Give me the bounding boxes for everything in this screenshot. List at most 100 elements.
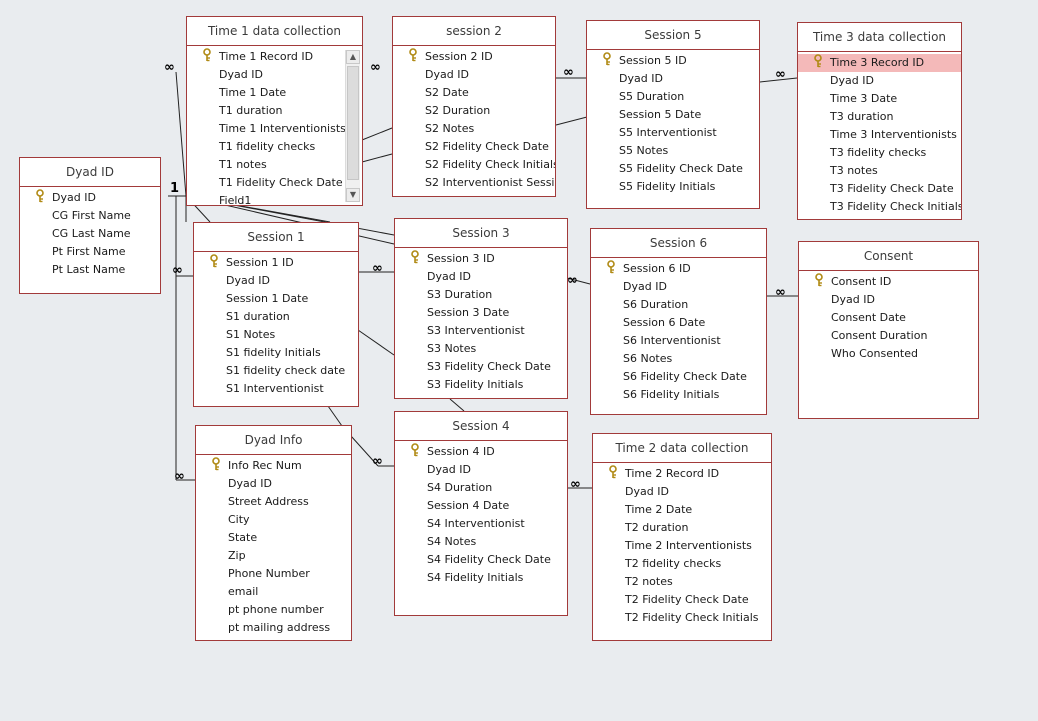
field-t3-duration[interactable]: T3 duration	[798, 108, 961, 126]
field-time-2-record-id[interactable]: Time 2 Record ID	[593, 465, 771, 483]
field-who-consented[interactable]: Who Consented	[799, 345, 978, 363]
field-dyad-id[interactable]: Dyad ID	[593, 483, 771, 501]
field-session-1-date[interactable]: Session 1 Date	[194, 290, 358, 308]
field-cg-last-name[interactable]: CG Last Name	[20, 225, 160, 243]
table-title[interactable]: Session 1	[194, 223, 358, 252]
field-session-1-id[interactable]: Session 1 ID	[194, 254, 358, 272]
field-street-address[interactable]: Street Address	[196, 493, 351, 511]
field-dyad-id[interactable]: Dyad ID	[20, 189, 160, 207]
field-t1-duration[interactable]: T1 duration	[187, 102, 362, 120]
field-pt-phone-number[interactable]: pt phone number	[196, 601, 351, 619]
field-s3-fidelity-initials[interactable]: S3 Fidelity Initials	[395, 376, 567, 394]
field-dyad-id[interactable]: Dyad ID	[799, 291, 978, 309]
table-title[interactable]: Session 5	[587, 21, 759, 50]
field-s2-duration[interactable]: S2 Duration	[393, 102, 555, 120]
field-s2-fidelity-check-initials[interactable]: S2 Fidelity Check Initials	[393, 156, 555, 174]
field-session-5-id[interactable]: Session 5 ID	[587, 52, 759, 70]
table-consent[interactable]: Consent Consent ID Dyad ID Consent Date Cons…	[798, 241, 979, 419]
field-session-3-id[interactable]: Session 3 ID	[395, 250, 567, 268]
field-zip[interactable]: Zip	[196, 547, 351, 565]
scrollbar-thumb[interactable]	[347, 66, 359, 180]
field-info-rec-num[interactable]: Info Rec Num	[196, 457, 351, 475]
table-title[interactable]: Dyad Info	[196, 426, 351, 455]
field-session-3-date[interactable]: Session 3 Date	[395, 304, 567, 322]
field-s1-fidelity-initials[interactable]: S1 fidelity Initials	[194, 344, 358, 362]
table-dyad-id[interactable]: Dyad ID Dyad ID CG First Name CG Last Name P…	[19, 157, 161, 294]
field-s5-fidelity-check-date[interactable]: S5 Fidelity Check Date	[587, 160, 759, 178]
field-s3-interventionist[interactable]: S3 Interventionist	[395, 322, 567, 340]
field-s3-fidelity-check-date[interactable]: S3 Fidelity Check Date	[395, 358, 567, 376]
field-s1-duration[interactable]: S1 duration	[194, 308, 358, 326]
field-s1-fidelity-check-date[interactable]: S1 fidelity check date	[194, 362, 358, 380]
field-time-2-interventionists[interactable]: Time 2 Interventionists	[593, 537, 771, 555]
field-t2-fidelity-check-date[interactable]: T2 Fidelity Check Date	[593, 591, 771, 609]
field-s5-interventionist[interactable]: S5 Interventionist	[587, 124, 759, 142]
field-t1-notes[interactable]: T1 notes	[187, 156, 362, 174]
field-t2-notes[interactable]: T2 notes	[593, 573, 771, 591]
table-time-1-data-collection[interactable]: Time 1 data collection Time 1 Record ID Dy…	[186, 16, 363, 206]
field-t3-fidelity-check-initials[interactable]: T3 Fidelity Check Initials	[798, 198, 961, 216]
table-dyad-info[interactable]: Dyad Info Info Rec Num Dyad ID Street Addre…	[195, 425, 352, 641]
field-t2-fidelity-checks[interactable]: T2 fidelity checks	[593, 555, 771, 573]
field-dyad-id[interactable]: Dyad ID	[393, 66, 555, 84]
table-title[interactable]: Session 3	[395, 219, 567, 248]
field-t1-fidelity-check-date[interactable]: T1 Fidelity Check Date	[187, 174, 362, 192]
table-time-2-data-collection[interactable]: Time 2 data collection Time 2 Record ID Dy…	[592, 433, 772, 641]
field-dyad-id[interactable]: Dyad ID	[591, 278, 766, 296]
field-session-2-id[interactable]: Session 2 ID	[393, 48, 555, 66]
field-dyad-id[interactable]: Dyad ID	[395, 461, 567, 479]
field-time-3-interventionists[interactable]: Time 3 Interventionists	[798, 126, 961, 144]
field-pt-last-name[interactable]: Pt Last Name	[20, 261, 160, 279]
field-pt-first-name[interactable]: Pt First Name	[20, 243, 160, 261]
field-t3-fidelity-check-date[interactable]: T3 Fidelity Check Date	[798, 180, 961, 198]
field-s4-notes[interactable]: S4 Notes	[395, 533, 567, 551]
scroll-up-icon[interactable]: ▲	[346, 50, 360, 64]
field-dyad-id[interactable]: Dyad ID	[587, 70, 759, 88]
field-time-3-record-id[interactable]: Time 3 Record ID	[798, 54, 961, 72]
table-title[interactable]: Time 2 data collection	[593, 434, 771, 463]
field-s1-notes[interactable]: S1 Notes	[194, 326, 358, 344]
field-city[interactable]: City	[196, 511, 351, 529]
table-title[interactable]: session 2	[393, 17, 555, 46]
field-s2-interventionist-session-2[interactable]: S2 Interventionist Session 2	[393, 174, 555, 192]
field-session-6-id[interactable]: Session 6 ID	[591, 260, 766, 278]
field-t2-duration[interactable]: T2 duration	[593, 519, 771, 537]
field-dyad-id[interactable]: Dyad ID	[194, 272, 358, 290]
field-session-4-date[interactable]: Session 4 Date	[395, 497, 567, 515]
field-s2-date[interactable]: S2 Date	[393, 84, 555, 102]
field-t3-notes[interactable]: T3 notes	[798, 162, 961, 180]
table-title[interactable]: Time 3 data collection	[798, 23, 961, 52]
table-title[interactable]: Session 4	[395, 412, 567, 441]
table-title[interactable]: Session 6	[591, 229, 766, 258]
field-consent-duration[interactable]: Consent Duration	[799, 327, 978, 345]
field-email[interactable]: email	[196, 583, 351, 601]
field-field1[interactable]: Field1	[187, 192, 362, 205]
table-session-5[interactable]: Session 5 Session 5 ID Dyad ID S5 Duration S…	[586, 20, 760, 209]
field-t1-fidelity-checks[interactable]: T1 fidelity checks	[187, 138, 362, 156]
field-state[interactable]: State	[196, 529, 351, 547]
table-session-2[interactable]: session 2 Session 2 ID Dyad ID S2 Date S2 Du…	[392, 16, 556, 197]
field-time-2-date[interactable]: Time 2 Date	[593, 501, 771, 519]
field-time-3-date[interactable]: Time 3 Date	[798, 90, 961, 108]
field-time-1-interventionists[interactable]: Time 1 Interventionists	[187, 120, 362, 138]
field-s5-notes[interactable]: S5 Notes	[587, 142, 759, 160]
field-s5-duration[interactable]: S5 Duration	[587, 88, 759, 106]
field-time-1-date[interactable]: Time 1 Date	[187, 84, 362, 102]
field-s4-interventionist[interactable]: S4 Interventionist	[395, 515, 567, 533]
field-cg-first-name[interactable]: CG First Name	[20, 207, 160, 225]
field-s6-fidelity-initials[interactable]: S6 Fidelity Initials	[591, 386, 766, 404]
field-session-5-date[interactable]: Session 5 Date	[587, 106, 759, 124]
field-s6-fidelity-check-date[interactable]: S6 Fidelity Check Date	[591, 368, 766, 386]
field-phone-number[interactable]: Phone Number	[196, 565, 351, 583]
field-s4-duration[interactable]: S4 Duration	[395, 479, 567, 497]
vertical-scrollbar[interactable]: ▲ ▼	[345, 50, 360, 202]
field-session-4-id[interactable]: Session 4 ID	[395, 443, 567, 461]
field-dyad-id[interactable]: Dyad ID	[187, 66, 362, 84]
field-s3-notes[interactable]: S3 Notes	[395, 340, 567, 358]
field-session-6-date[interactable]: Session 6 Date	[591, 314, 766, 332]
field-s6-interventionist[interactable]: S6 Interventionist	[591, 332, 766, 350]
field-pt-mailing-address[interactable]: pt mailing address	[196, 619, 351, 637]
field-s4-fidelity-initials[interactable]: S4 Fidelity Initials	[395, 569, 567, 587]
field-s6-notes[interactable]: S6 Notes	[591, 350, 766, 368]
field-s1-interventionist[interactable]: S1 Interventionist	[194, 380, 358, 398]
